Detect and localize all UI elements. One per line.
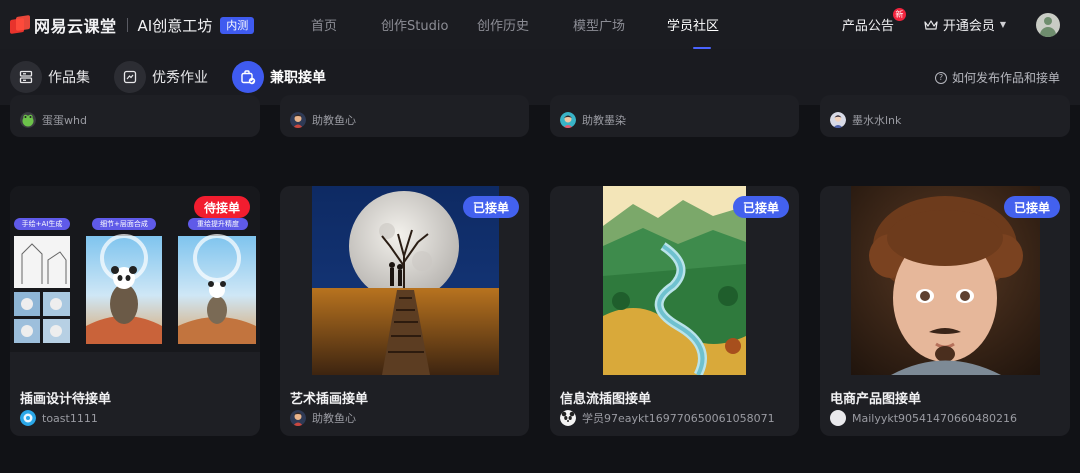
status-badge: 已接单 xyxy=(1003,196,1060,218)
card-author: 学员97eaykt1697706500610580​71 xyxy=(560,410,775,426)
card-row1-3[interactable]: 助教墨染 xyxy=(550,95,799,137)
author-name: 助教鱼心 xyxy=(312,114,356,127)
valley-river-image xyxy=(603,186,746,375)
tab-homework[interactable]: 优秀作业 xyxy=(114,61,208,93)
brand-name: 网易云课堂 xyxy=(34,17,117,36)
job-order-icon xyxy=(232,61,264,93)
header-actions: 产品公告 新 开通会员 ▼ xyxy=(842,0,1060,49)
collection-icon xyxy=(10,61,42,93)
user-avatar[interactable] xyxy=(1036,12,1060,37)
author-name: Mailyykt90541470660480216 xyxy=(852,411,1018,425)
nav-community[interactable]: 学员社区 xyxy=(667,0,737,49)
status-badge: 已接单 xyxy=(462,196,519,218)
card-author: 助教鱼心 xyxy=(290,410,356,426)
product-name: AI创意工坊 xyxy=(137,16,213,35)
job-card-illustration[interactable]: 手绘+AI生成 细节+层面合成 重绘提升精度 待接单 插画设计待接单 toast… xyxy=(10,186,260,436)
card-title: 艺术插画接单 xyxy=(290,392,369,407)
crown-icon xyxy=(924,19,938,30)
help-link[interactable]: ? 如何发布作品和接单 xyxy=(934,69,1060,86)
job-card-ecommerce[interactable]: 已接单 电商产品图接单 Mailyykt90541470660480216 xyxy=(820,186,1070,436)
tab-homework-label: 优秀作业 xyxy=(152,70,208,86)
author-name: 助教墨染 xyxy=(582,114,626,127)
nav-history[interactable]: 创作历史 xyxy=(477,0,573,49)
nav-home[interactable]: 首页 xyxy=(311,0,381,49)
main-nav: 首页 创作Studio 创作历史 模型广场 学员社区 xyxy=(311,0,737,49)
card-author: 助教鱼心 xyxy=(290,112,356,128)
avatar-toast-icon xyxy=(20,410,36,426)
help-label: 如何发布作品和接单 xyxy=(951,71,1060,85)
card-row1-2[interactable]: 助教鱼心 xyxy=(280,95,529,137)
tab-collection[interactable]: 作品集 xyxy=(10,61,90,93)
avatar-illustration-icon xyxy=(290,112,306,128)
site-logo[interactable]: 网易云课堂 AI创意工坊 内测 xyxy=(10,13,255,37)
vip-label: 开通会员 xyxy=(942,19,995,34)
card-author: Mailyykt90541470660480216 xyxy=(830,410,1017,426)
job-card-feed[interactable]: 已接单 信息流插图接单 学员97eaykt1697706500610580​71 xyxy=(550,186,799,436)
tab-job-order-label: 兼职接单 xyxy=(270,70,326,86)
avatar-illustration-icon xyxy=(290,410,306,426)
card-title: 信息流插图接单 xyxy=(560,392,652,407)
nav-model-plaza[interactable]: 模型广场 xyxy=(573,0,667,49)
author-name: 墨水水lnk xyxy=(852,114,902,127)
author-name: 学员97eaykt1697706500610580​71 xyxy=(582,412,775,425)
card-title: 插画设计待接单 xyxy=(20,392,112,407)
valley-river-svg xyxy=(603,186,746,375)
status-badge: 已接单 xyxy=(732,196,789,218)
announcement-link[interactable]: 产品公告 新 xyxy=(841,8,906,34)
chevron-down-icon: ▼ xyxy=(999,20,1006,29)
avatar-portrait-icon xyxy=(830,112,846,128)
beta-badge: 内测 xyxy=(220,16,255,34)
author-name: 蛋蛋whd xyxy=(42,114,87,127)
card-author: 蛋蛋whd xyxy=(20,112,87,128)
brand-divider xyxy=(126,18,128,32)
new-badge: 新 xyxy=(892,8,906,21)
tab-collection-label: 作品集 xyxy=(48,70,90,86)
author-name: toast1111 xyxy=(42,411,98,425)
process-label-detail: 细节+层面合成 xyxy=(92,218,156,230)
process-label-sketch: 手绘+AI生成 xyxy=(14,218,70,230)
card-author: 助教墨染 xyxy=(560,112,626,128)
avatar-frog-icon xyxy=(20,112,36,128)
nav-studio[interactable]: 创作Studio xyxy=(381,0,477,49)
avatar-panda-icon xyxy=(560,410,576,426)
card-author: 墨水水lnk xyxy=(830,112,901,128)
tab-job-order[interactable]: 兼职接单 xyxy=(232,61,326,93)
homework-icon xyxy=(114,61,146,93)
card-row1-4[interactable]: 墨水水lnk xyxy=(820,95,1070,137)
process-label-upscale: 重绘提升精度 xyxy=(188,218,248,230)
netease-logo-icon xyxy=(10,15,30,35)
avatar-blank-icon xyxy=(830,410,846,426)
top-navbar: 网易云课堂 AI创意工坊 内测 首页 创作Studio 创作历史 模型广场 学员… xyxy=(0,0,1080,49)
question-icon: ? xyxy=(934,71,947,84)
card-row1-1[interactable]: 蛋蛋whd xyxy=(10,95,260,137)
announcement-label: 产品公告 xyxy=(841,19,894,34)
card-author: toast1111 xyxy=(20,410,98,426)
author-name: 助教鱼心 xyxy=(312,412,356,425)
vip-dropdown[interactable]: 开通会员 ▼ xyxy=(924,15,1006,34)
status-badge: 待接单 xyxy=(193,196,250,218)
card-title: 电商产品图接单 xyxy=(830,392,922,407)
job-card-art[interactable]: 已接单 艺术插画接单 助教鱼心 xyxy=(280,186,529,436)
avatar-illustration-icon xyxy=(560,112,576,128)
